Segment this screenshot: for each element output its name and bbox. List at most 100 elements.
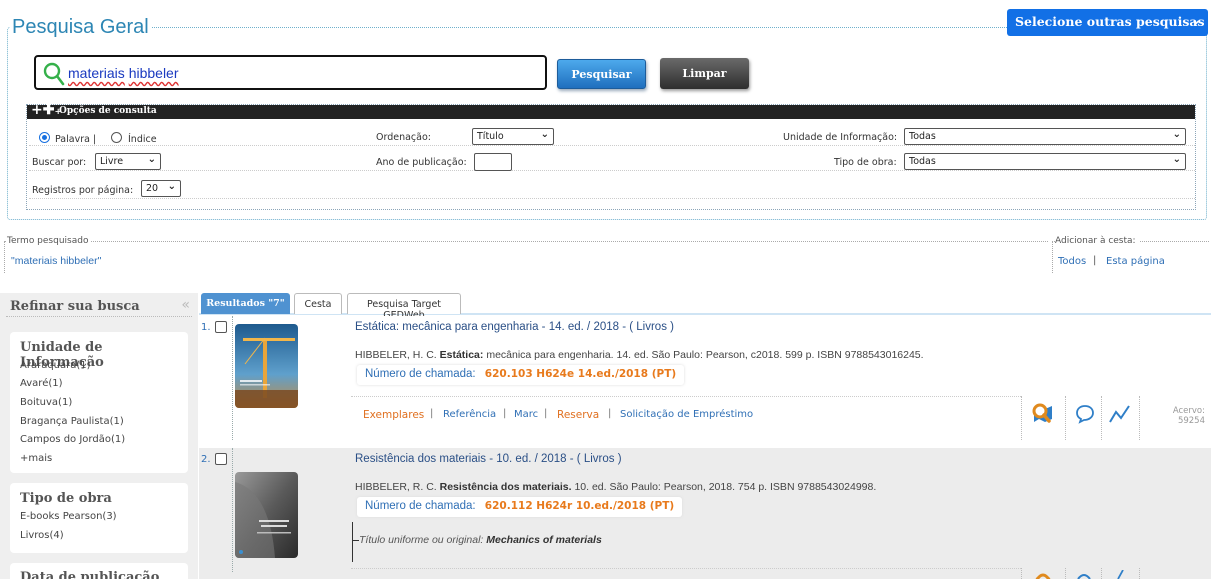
result-number: 2. [201,454,211,465]
tipo-value: Todas [909,156,936,167]
marc-link[interactable]: Marc [514,409,538,420]
uniform-title: Título uniforme ou original: Mechanics o… [359,534,602,546]
options-title: Opções de consulta [59,106,157,116]
comment-icon-box[interactable] [1065,396,1101,440]
options-row-3 [29,171,1195,199]
page-title: Pesquisa Geral [10,16,151,39]
basket-page-link[interactable]: Esta página [1106,256,1165,267]
facet-item[interactable]: E-books Pearson(3) [20,511,117,522]
exemplares-link[interactable]: Exemplares [363,409,424,421]
search-term-box: Termo pesquisado "materiais hibbeler" [4,236,1048,273]
result-checkbox[interactable] [215,453,227,465]
search-icon [43,62,65,86]
ordenacao-label: Ordenação: [376,132,431,143]
locate-icon-box[interactable] [1021,568,1065,579]
result-author: HIBBELER, R. C. [355,481,437,493]
search-button[interactable]: Pesquisar [557,59,646,89]
facet-item[interactable]: Campos do Jordão(1) [20,434,125,445]
basket-all-link[interactable]: Todos [1058,256,1086,267]
chevron-down-icon: ⌄ [1172,129,1181,140]
facet-item[interactable]: Avaré(1) [20,378,63,389]
registros-label: Registros por página: [32,185,134,196]
facet-item[interactable]: Araraquara(1) [20,360,91,371]
clear-button[interactable]: Limpar [660,58,749,89]
basket-caption: Adicionar à cesta: [1055,236,1139,246]
acervo-value: 59254 [1177,416,1205,426]
ordenacao-select[interactable]: Título ⌄ [472,128,554,145]
call-number: Número de chamada: 620.103 H624e 14.ed./… [357,365,685,385]
loan-request-link[interactable]: Solicitação de Empréstimo [620,409,753,420]
ano-input[interactable] [474,153,512,171]
search-input[interactable]: materiais hibbeler [34,55,547,90]
radio-palavra[interactable] [39,132,50,143]
result-checkbox[interactable] [215,321,227,333]
tipo-select[interactable]: Todas ⌄ [904,153,1186,170]
radio-indice-label: Índice [128,134,157,145]
tab-results[interactable]: Resultados "7" [201,293,290,314]
chevron-down-icon: ⌄ [167,181,176,192]
collapse-icon[interactable]: « [181,297,190,313]
unidade-select[interactable]: Todas ⌄ [904,128,1186,145]
map-search-icon [1035,573,1051,579]
result-item: 1. Estática: mecânica para engenharia - … [199,316,1211,440]
trend-icon [1117,570,1124,579]
other-searches-button[interactable]: Selecione outras pesquisas ⌄ [1007,9,1208,36]
search-word-1: materiais [68,65,125,81]
radio-indice[interactable] [111,132,122,143]
result-actions [351,568,1021,579]
call-number-label: Número de chamada: [365,500,476,512]
call-number-label: Número de chamada: [365,368,476,380]
ano-label: Ano de publicação: [376,157,467,168]
result-title-link[interactable]: Resistência dos materiais - 10. ed. / 20… [355,453,622,465]
registros-value: 20 [146,183,159,194]
comment-icon [1076,405,1094,424]
refine-sidebar: Refinar sua busca « Unidade de Informaçã… [0,293,198,579]
map-search-icon [1032,403,1052,423]
uniform-title-label: Título uniforme ou original: [359,534,484,546]
book-cover[interactable] [235,324,298,408]
facet-item[interactable]: Bragança Paulista(1) [20,416,124,427]
comment-icon-box[interactable] [1065,568,1101,579]
registros-select[interactable]: 20 ⌄ [141,180,181,197]
stats-icon-box[interactable] [1101,396,1139,440]
stats-icon-box[interactable] [1101,568,1139,579]
referencia-link[interactable]: Referência [443,409,496,420]
ordenacao-value: Título [477,131,504,142]
result-divider [232,448,233,572]
call-number-value: 620.103 H624e 14.ed./2018 (PT) [484,368,677,380]
trend-icon [1109,405,1130,423]
reserva-link[interactable]: Reserva [557,409,599,421]
facet-item[interactable]: Boituva(1) [20,397,72,408]
acervo-info: Acervo: 59254 [1173,406,1205,426]
action-separator: | [503,408,507,419]
book-cover[interactable] [235,472,298,558]
unidade-value: Todas [909,131,936,142]
facet-data: Data de publicação [10,563,188,579]
locate-icon-box[interactable] [1021,396,1065,440]
result-title-link[interactable]: Estática: mecânica para engenharia - 14.… [355,321,674,333]
add-to-basket-box: Adicionar à cesta: Todos | Esta página [1052,236,1209,273]
buscar-por-select[interactable]: Livre ⌄ [95,153,161,170]
options-bar[interactable]: +✚₊ Opções de consulta [27,102,1195,119]
facet-tipo: Tipo de obra E-books Pearson(3) Livros(4… [10,483,188,553]
refine-header: Refinar sua busca « [6,297,192,317]
facet-item[interactable]: Livros(4) [20,530,64,541]
facet-more-link[interactable]: +mais [20,453,52,464]
search-term-value: "materiais hibbeler" [11,255,102,267]
result-ref-rest: mecânica para engenharia. 14. ed. São Pa… [486,349,924,361]
tab-gedweb[interactable]: Pesquisa Target GEDWeb [347,293,461,321]
tipo-label: Tipo de obra: [834,157,897,168]
uniform-title-value: Mechanics of materials [486,534,602,546]
comment-icon [1077,574,1091,579]
tab-basket[interactable]: Cesta [294,293,342,314]
search-value: materiais hibbeler [68,65,179,81]
result-author: HIBBELER, H. C. [355,349,437,361]
result-ref-title: Resistência dos materiais. [439,481,572,493]
plus-icon: +✚₊ [31,102,62,118]
result-ref-rest: 10. ed. São Paulo: Pearson, 2018. 754 p.… [574,481,877,493]
chevron-down-icon: ⌄ [540,129,549,140]
result-reference: HIBBELER, H. C. Estática: mecânica para … [355,349,924,361]
facet-unidade: Unidade de Informação Araraquara(1) Avar… [10,332,188,473]
acervo-box [1139,568,1211,579]
other-searches-label: Selecione outras pesquisas [1015,14,1205,29]
